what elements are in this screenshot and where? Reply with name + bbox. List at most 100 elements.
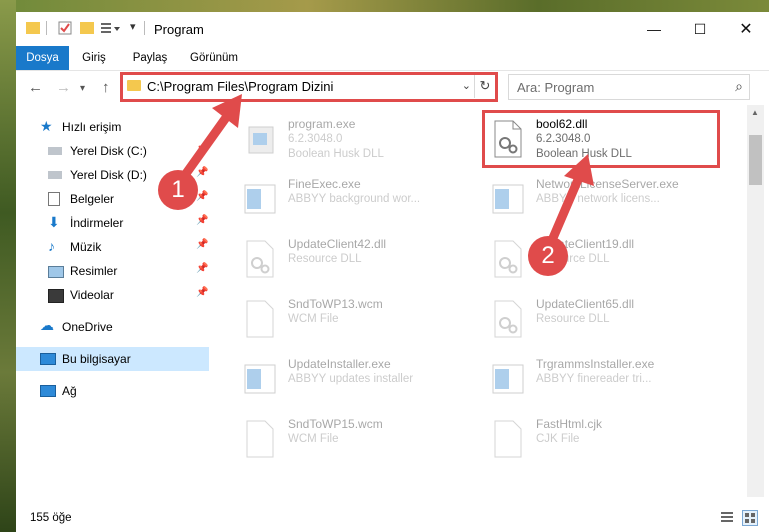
list-item[interactable]: FastHtml.cjk CJK File (479, 413, 709, 469)
forward-arrow-icon[interactable]: → (56, 79, 71, 96)
file-name: FastHtml.cjk (536, 417, 602, 431)
status-bar: 155 öğe (16, 505, 769, 532)
file-name: SndToWP15.wcm (288, 417, 383, 431)
list-item[interactable]: FineExec.exe ABBYY background wor... (231, 173, 461, 229)
search-icon[interactable]: ⌕ (735, 78, 743, 95)
sidebar-item-label: Videolar (70, 288, 114, 302)
tab-share[interactable]: Paylaş (126, 46, 174, 70)
drive-icon (48, 171, 62, 179)
list-item[interactable]: UpdateClient65.dll Resource DLL (479, 293, 709, 349)
drive-icon (48, 147, 62, 155)
star-icon: ★ (40, 118, 53, 134)
sidebar-item-downloads[interactable]: ⬇ İndirmeler 📌 (16, 211, 209, 235)
list-item[interactable]: UpdateInstaller.exe ABBYY updates instal… (231, 353, 461, 409)
search-input[interactable]: Ara: Program ⌕ (508, 74, 750, 100)
scroll-up-icon[interactable]: ▲ (751, 108, 759, 117)
vertical-scrollbar[interactable]: ▲ (747, 105, 764, 497)
sidebar-item-label: Ağ (62, 384, 77, 398)
divider (46, 21, 47, 35)
network-icon (40, 385, 56, 397)
file-name: SndToWP13.wcm (288, 297, 383, 311)
file-name: UpdateClient42.dll (288, 237, 387, 251)
file-name: program.exe (288, 117, 356, 131)
search-placeholder: Ara: Program (517, 80, 595, 95)
document-icon (491, 419, 525, 459)
document-icon (243, 299, 277, 339)
pin-icon[interactable]: 📌 (196, 215, 208, 226)
dll-gear-icon (491, 299, 525, 339)
list-item[interactable]: SndToWP13.wcm WCM File (231, 293, 461, 349)
list-item[interactable]: program.exe 6.2.3048.0 Boolean Husk DLL (231, 113, 461, 169)
sidebar-item-label: OneDrive (62, 320, 113, 334)
ribbon-tabs: Dosya Giriş Paylaş Görünüm (16, 46, 769, 71)
application-icon (243, 359, 277, 399)
videos-icon (48, 289, 64, 303)
file-description: ABBYY finereader tri... (536, 373, 652, 385)
file-name: UpdateClient65.dll (536, 297, 635, 311)
tab-home[interactable]: Giriş (74, 46, 114, 70)
dll-gear-icon (243, 239, 277, 279)
file-description: ABBYY updates installer (288, 373, 414, 385)
properties-icon[interactable] (58, 21, 72, 35)
sidebar-item-music[interactable]: ♪ Müzik 📌 (16, 235, 209, 259)
file-name: TrgrammsInstaller.exe (536, 357, 655, 371)
file-description: WCM File (288, 433, 339, 445)
file-version: 6.2.3048.0 (288, 133, 343, 145)
music-icon: ♪ (48, 238, 55, 254)
pin-icon[interactable]: 📌 (196, 263, 208, 274)
file-description: ABBYY background wor... (288, 193, 421, 205)
desktop-background-left (0, 0, 16, 532)
download-icon: ⬇ (48, 214, 60, 230)
sidebar-item-label: Yerel Disk (D:) (70, 168, 147, 182)
pictures-icon (48, 266, 64, 278)
step-2-badge: 2 (528, 236, 568, 276)
details-view-icon[interactable] (720, 510, 734, 524)
scroll-thumb[interactable] (749, 135, 762, 185)
sidebar-item-network[interactable]: Ağ (16, 379, 209, 403)
sidebar-item-pictures[interactable]: Resimler 📌 (16, 259, 209, 283)
file-description: CJK File (536, 433, 580, 445)
window-title: Program (154, 22, 204, 37)
file-name: UpdateInstaller.exe (288, 357, 391, 371)
pin-icon[interactable]: 📌 (196, 239, 208, 250)
qa-dropdown-icon[interactable]: ▾ (130, 20, 144, 34)
sidebar-item-label: Yerel Disk (C:) (70, 144, 147, 158)
cloud-icon: ☁ (40, 317, 54, 333)
sidebar-item-label: Hızlı erişim (62, 120, 122, 134)
divider (144, 21, 145, 35)
file-description: WCM File (288, 313, 339, 325)
close-button[interactable]: ✕ (723, 12, 769, 46)
sidebar-item-this-pc[interactable]: Bu bilgisayar (16, 347, 209, 371)
folder-icon (26, 22, 40, 34)
sidebar-item-videos[interactable]: Videolar 📌 (16, 283, 209, 307)
minimize-button[interactable]: — (631, 12, 677, 46)
sidebar-item-label: Müzik (70, 240, 102, 254)
application-icon (491, 359, 525, 399)
list-item[interactable]: SndToWP15.wcm WCM File (231, 413, 461, 469)
file-description: Resource DLL (536, 313, 610, 325)
sidebar-item-onedrive[interactable]: ☁ OneDrive (16, 315, 209, 339)
desktop-background-top (0, 0, 769, 12)
computer-icon (40, 353, 56, 365)
tab-view[interactable]: Görünüm (184, 46, 244, 70)
up-arrow-icon[interactable]: ↑ (102, 79, 110, 96)
list-item[interactable]: TrgrammsInstaller.exe ABBYY finereader t… (479, 353, 709, 409)
file-description: Resource DLL (288, 253, 362, 265)
title-bar: ▾ Program — ☐ ✕ (16, 12, 769, 46)
sidebar-item-label: İndirmeler (70, 216, 124, 230)
maximize-button[interactable]: ☐ (677, 12, 723, 46)
list-item[interactable]: UpdateClient42.dll Resource DLL (231, 233, 461, 289)
back-arrow-icon[interactable]: ← (28, 79, 43, 96)
sidebar-item-label: Bu bilgisayar (62, 352, 131, 366)
document-icon (243, 419, 277, 459)
step-1-badge: 1 (158, 170, 198, 210)
customize-icon[interactable] (100, 21, 120, 35)
sidebar-item-label: Resimler (70, 264, 118, 278)
tab-file[interactable]: Dosya (16, 46, 69, 70)
tiles-view-icon[interactable] (742, 510, 758, 526)
file-description: Boolean Husk DLL (288, 148, 384, 160)
pin-icon[interactable]: 📌 (196, 287, 208, 298)
new-folder-icon[interactable] (80, 22, 94, 34)
recent-dropdown-icon[interactable]: ▾ (80, 83, 85, 94)
documents-icon (48, 192, 60, 206)
